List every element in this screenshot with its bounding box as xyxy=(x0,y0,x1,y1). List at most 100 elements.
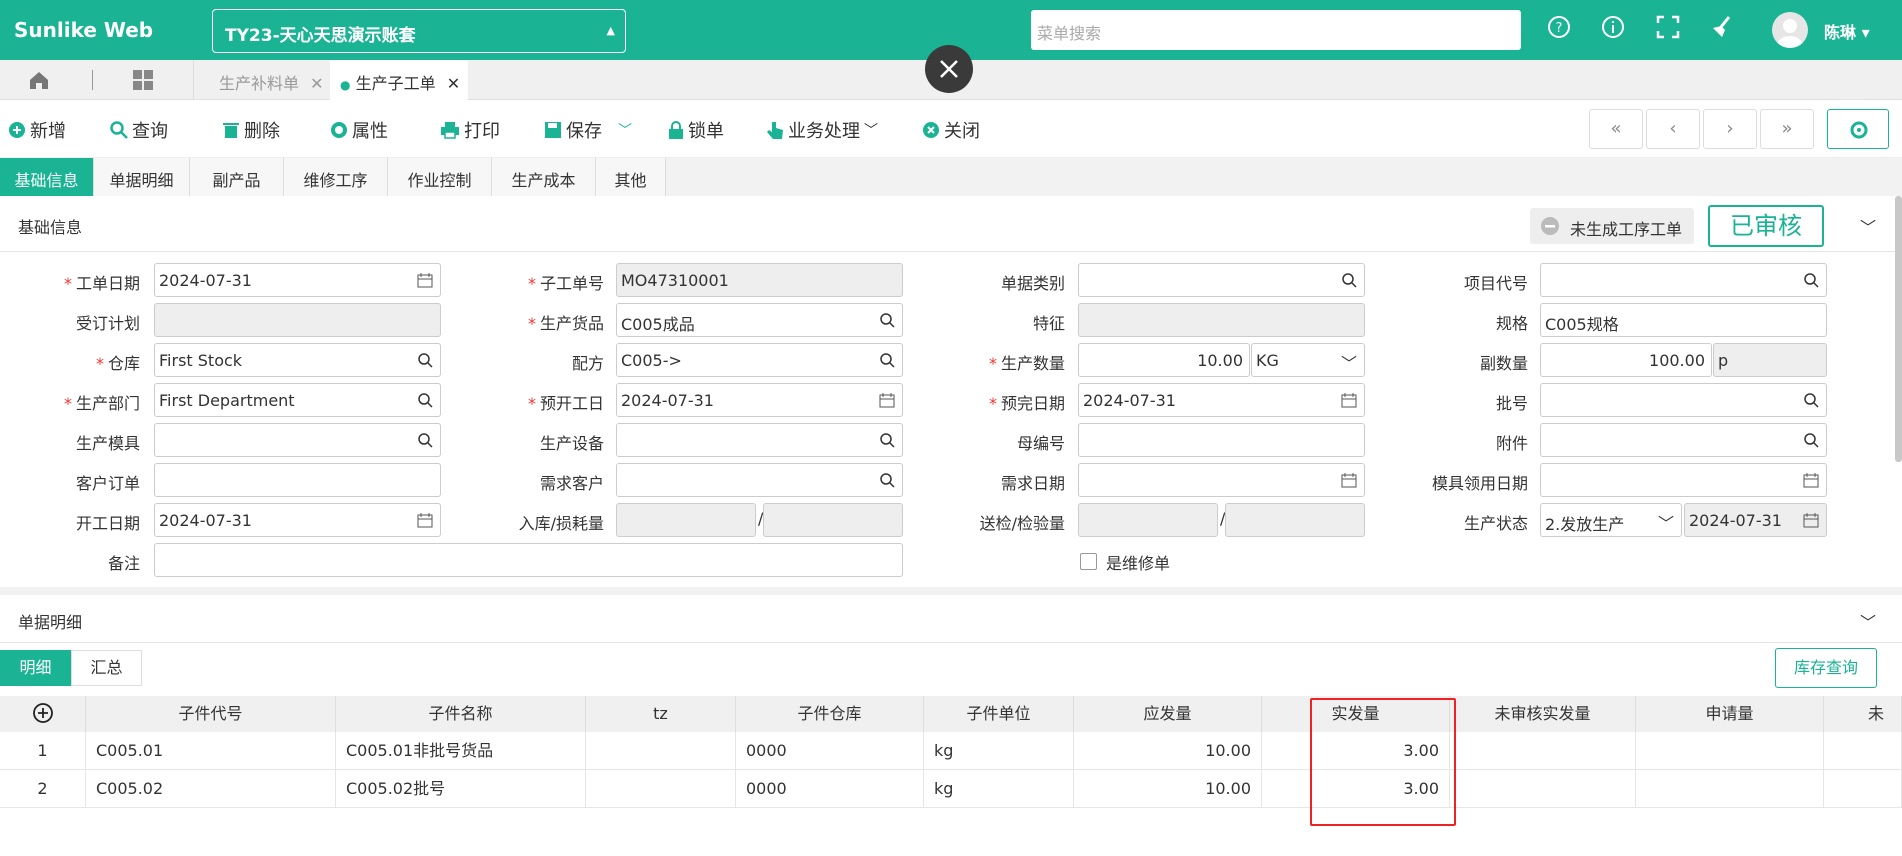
cell-extra[interactable] xyxy=(1824,732,1902,770)
calendar-icon[interactable] xyxy=(1341,472,1357,488)
tab-by-product[interactable]: 副产品 xyxy=(190,158,284,196)
cell-apply-qty[interactable] xyxy=(1636,770,1824,808)
close-overlay-button[interactable] xyxy=(925,45,973,93)
search-icon[interactable] xyxy=(417,392,433,408)
demand-customer-input[interactable] xyxy=(616,463,903,497)
cell-tz[interactable] xyxy=(586,770,736,808)
spec-input[interactable]: C005规格 xyxy=(1540,303,1827,337)
demand-date-input[interactable] xyxy=(1078,463,1365,497)
first-record-button[interactable]: « xyxy=(1589,109,1643,149)
cell-warehouse[interactable]: 0000 xyxy=(736,732,924,770)
calendar-icon[interactable] xyxy=(417,272,433,288)
tab-other[interactable]: 其他 xyxy=(596,158,666,196)
column-header[interactable]: 申请量 xyxy=(1636,696,1824,732)
search-icon[interactable] xyxy=(879,352,895,368)
remark-input[interactable] xyxy=(154,543,903,577)
lock-button[interactable]: 锁单 xyxy=(668,117,724,143)
equipment-input[interactable] xyxy=(616,423,903,457)
vertical-scrollbar[interactable] xyxy=(1895,196,1902,462)
tab-detail[interactable]: 明细 xyxy=(0,650,71,686)
search-icon[interactable] xyxy=(417,352,433,368)
close-icon[interactable]: ✕ xyxy=(447,74,460,93)
finish-plan-input[interactable]: 2024-07-31 xyxy=(1078,383,1365,417)
search-icon[interactable] xyxy=(879,312,895,328)
doc-type-input[interactable] xyxy=(1078,263,1365,297)
cell-warehouse[interactable]: 0000 xyxy=(736,770,924,808)
cell-apply-qty[interactable] xyxy=(1636,732,1824,770)
tab-prod-cost[interactable]: 生产成本 xyxy=(492,158,596,196)
mold-date-input[interactable] xyxy=(1540,463,1827,497)
cell-tz[interactable] xyxy=(586,732,736,770)
print-button[interactable]: 打印 xyxy=(440,117,500,143)
apps-grid-icon[interactable] xyxy=(132,69,154,95)
search-icon[interactable] xyxy=(1803,272,1819,288)
tab-summary[interactable]: 汇总 xyxy=(71,650,142,686)
column-header[interactable]: 子件单位 xyxy=(924,696,1074,732)
column-header[interactable]: 子件名称 xyxy=(336,696,586,732)
calendar-icon[interactable] xyxy=(1803,512,1819,528)
calendar-icon[interactable] xyxy=(879,392,895,408)
column-header[interactable]: 未 xyxy=(1824,696,1902,732)
last-record-button[interactable]: » xyxy=(1760,109,1814,149)
product-input[interactable]: C005成品 xyxy=(616,303,903,337)
prod-qty-input[interactable]: 10.00 xyxy=(1078,343,1250,377)
cell-code[interactable]: C005.02 xyxy=(86,770,336,808)
cell-required-qty[interactable]: 10.00 xyxy=(1074,770,1262,808)
cell-extra[interactable] xyxy=(1824,770,1902,808)
add-row-button[interactable] xyxy=(0,696,86,732)
chevron-down-icon[interactable]: ﹀ xyxy=(1341,350,1357,373)
close-button[interactable]: 关闭 xyxy=(922,117,980,143)
next-record-button[interactable]: › xyxy=(1703,109,1757,149)
parent-no-input[interactable] xyxy=(1078,423,1365,457)
warehouse-input[interactable]: First Stock xyxy=(154,343,441,377)
repair-checkbox[interactable] xyxy=(1080,553,1097,570)
cell-name[interactable]: C005.01非批号货品 xyxy=(336,732,586,770)
tab-supplement[interactable]: 生产补料单 ✕ xyxy=(219,60,324,100)
prod-unit-select[interactable]: KG ﹀ xyxy=(1251,343,1365,377)
account-selector[interactable]: TY23-天心天思演示账套 ▲ xyxy=(212,9,626,53)
save-button[interactable]: 保存 ﹀ xyxy=(544,117,632,143)
start-plan-input[interactable]: 2024-07-31 xyxy=(616,383,903,417)
dept-input[interactable]: First Department xyxy=(154,383,441,417)
project-code-input[interactable] xyxy=(1540,263,1827,297)
chevron-down-icon[interactable]: ﹀ xyxy=(1658,510,1674,533)
broom-icon[interactable] xyxy=(1709,14,1739,44)
column-header[interactable]: 未审核实发量 xyxy=(1450,696,1636,732)
start-date-input[interactable]: 2024-07-31 xyxy=(154,503,441,537)
close-icon[interactable]: ✕ xyxy=(310,74,323,93)
cell-unit[interactable]: kg xyxy=(924,770,1074,808)
menu-search-input[interactable]: 菜单搜索 xyxy=(1031,10,1521,50)
prod-status-select[interactable]: 2.发放生产 ﹀ xyxy=(1540,503,1682,537)
chevron-down-icon[interactable]: ﹀ xyxy=(1860,214,1876,238)
home-icon[interactable] xyxy=(28,69,50,95)
fullscreen-icon[interactable] xyxy=(1655,14,1685,44)
tab-repair-process[interactable]: 维修工序 xyxy=(284,158,388,196)
search-icon[interactable] xyxy=(1803,432,1819,448)
tab-basic-info[interactable]: 基础信息 xyxy=(0,158,94,196)
sub-qty-input[interactable]: 100.00 xyxy=(1540,343,1712,377)
settings-button[interactable] xyxy=(1827,109,1889,149)
cell-required-qty[interactable]: 10.00 xyxy=(1074,732,1262,770)
tab-sub-order[interactable]: ● 生产子工单 ✕ xyxy=(330,60,468,100)
cell-name[interactable]: C005.02批号 xyxy=(336,770,586,808)
search-icon[interactable] xyxy=(879,432,895,448)
column-header[interactable]: 子件仓库 xyxy=(736,696,924,732)
help-icon[interactable]: ? xyxy=(1546,14,1576,44)
chevron-down-icon[interactable]: ﹀ xyxy=(864,120,878,140)
tab-job-control[interactable]: 作业控制 xyxy=(388,158,492,196)
info-icon[interactable] xyxy=(1600,14,1630,44)
cell-unaudited-qty[interactable] xyxy=(1450,770,1636,808)
search-icon[interactable] xyxy=(417,432,433,448)
search-icon[interactable] xyxy=(1341,272,1357,288)
search-icon[interactable] xyxy=(879,472,895,488)
tab-doc-detail[interactable]: 单据明细 xyxy=(94,158,190,196)
delete-button[interactable]: 删除 xyxy=(222,117,280,143)
cell-code[interactable]: C005.01 xyxy=(86,732,336,770)
calendar-icon[interactable] xyxy=(1341,392,1357,408)
user-menu[interactable]: 陈琳 ▾ xyxy=(1824,19,1870,43)
search-icon[interactable] xyxy=(1803,392,1819,408)
customer-order-input[interactable] xyxy=(154,463,441,497)
new-button[interactable]: 新增 xyxy=(8,117,66,143)
order-date-input[interactable]: 2024-07-31 xyxy=(154,263,441,297)
column-header[interactable]: 应发量 xyxy=(1074,696,1262,732)
